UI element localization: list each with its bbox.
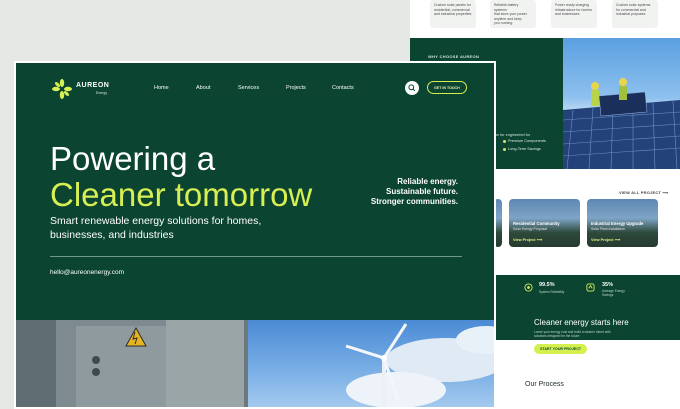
check-icon <box>503 148 506 151</box>
feature-text: you running <box>494 21 513 25</box>
project-card[interactable]: Industrial Energy Upgrade Solar Plant In… <box>587 199 658 247</box>
project-title: Industrial Energy Upgrade <box>591 221 644 226</box>
search-button[interactable] <box>405 81 419 95</box>
why-item: Long-Term Savings <box>508 147 541 151</box>
hero-section: AUREON Energy Home About Services Projec… <box>14 61 496 409</box>
cta-subtext: Lower your energy cost and build a clean… <box>534 330 611 338</box>
solar-panel-image <box>563 38 680 169</box>
view-project-link[interactable]: View Project ⟶ <box>513 237 542 242</box>
feature-text: and businesses <box>555 12 580 16</box>
project-card[interactable]: Residential Community Solar Energy Propo… <box>509 199 580 247</box>
stat-label: Average Energy Savings <box>602 289 625 297</box>
check-icon <box>503 140 506 143</box>
nav-services[interactable]: Services <box>238 85 259 91</box>
tagline: Reliable energy. <box>397 177 458 186</box>
start-project-button[interactable]: START YOUR PROJECT <box>534 344 587 354</box>
process-heading: Our Process <box>525 381 564 388</box>
feature-card: Custom solar panels for residential, com… <box>430 0 476 28</box>
feature-card: Custom solar systems for commercial and … <box>612 0 658 28</box>
headline-line-1: Powering a <box>50 140 216 177</box>
why-item: Premium Components <box>508 139 546 143</box>
view-project-link[interactable]: View Project ⟶ <box>591 237 620 242</box>
contact-email[interactable]: hello@aureonenergy.com <box>50 269 124 276</box>
project-subtitle: Solar Plant Installation <box>591 227 625 231</box>
stat-value: 99.5% <box>539 282 555 288</box>
feature-text: Power ready charging <box>555 3 590 7</box>
logo-leaf-icon <box>52 79 72 99</box>
hero-subtitle-line-2: businesses, and industries <box>50 229 174 241</box>
feature-card: Power ready charging infrastructure for … <box>551 0 597 28</box>
feature-text: Reliable battery systems <box>494 3 519 12</box>
stat-value: 35% <box>602 282 614 288</box>
tagline: Sustainable future. <box>385 187 458 196</box>
headline-line-2: Cleaner tomorrow <box>50 176 313 213</box>
brand-subtitle: Energy <box>96 91 108 95</box>
get-in-touch-button[interactable]: GET IN TOUCH <box>427 81 467 94</box>
feature-card: Reliable battery systems that store your… <box>490 0 536 28</box>
why-text: ion for engineered for <box>494 133 531 137</box>
section-tag: WHY CHOOSE AUREON <box>428 54 480 59</box>
feature-text: and industrial properties <box>434 12 472 16</box>
divider <box>50 256 462 257</box>
nav-about[interactable]: About <box>196 85 210 91</box>
nav-projects[interactable]: Projects <box>286 85 306 91</box>
savings-icon <box>586 283 595 292</box>
nav-home[interactable]: Home <box>154 85 169 91</box>
project-title: Residential Community <box>513 221 560 226</box>
solar-illustration <box>563 78 680 169</box>
project-subtitle: Solar Energy Proposal <box>513 227 547 231</box>
wind-turbine-illustration <box>16 320 494 407</box>
view-all-projects-link[interactable]: VIEW ALL PROJECT ⟶ <box>619 190 668 195</box>
nav-contacts[interactable]: Contacts <box>332 85 354 91</box>
reliability-icon <box>524 283 533 292</box>
cta-heading: Cleaner energy starts here <box>534 318 629 327</box>
stat-label: System Reliability <box>539 290 565 294</box>
search-icon <box>408 84 416 92</box>
feature-text: that store your power <box>494 12 527 16</box>
hero-image <box>16 320 494 407</box>
brand-name: AUREON <box>76 82 110 89</box>
feature-text: Custom solar systems <box>616 3 651 7</box>
tagline: Stronger communities. <box>370 197 458 206</box>
hero-subtitle-line-1: Smart renewable energy solutions for hom… <box>50 215 262 227</box>
feature-text: industrial purposes <box>616 12 646 16</box>
feature-text: Custom solar panels for <box>434 3 471 7</box>
